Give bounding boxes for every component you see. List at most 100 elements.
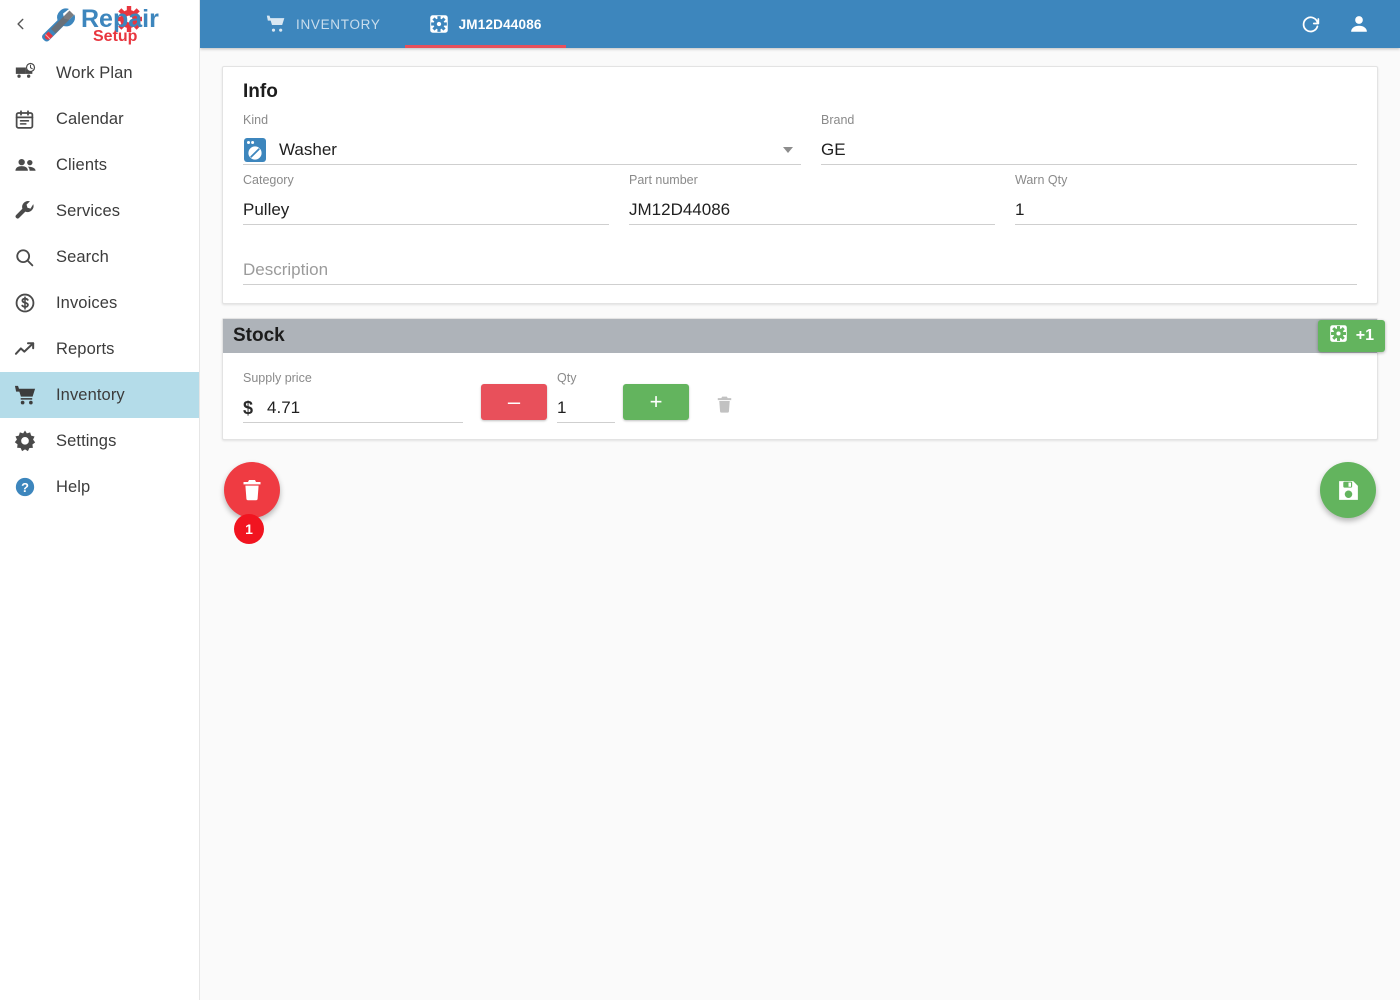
description-label — [243, 233, 1357, 248]
part-number-value: JM12D44086 — [629, 199, 731, 219]
brand-input[interactable]: GE — [821, 135, 1357, 165]
part-number-label: Part number — [629, 173, 698, 187]
info-row-2: Category Pulley Part number JM12D44086 W… — [233, 165, 1367, 225]
info-row-3: Description — [233, 225, 1367, 285]
part-gear-icon — [1329, 324, 1348, 348]
sidebar-item-help[interactable]: ? Help — [0, 464, 199, 510]
supply-price-value: 4.71 — [267, 397, 301, 417]
content-area: Info Kind Washer Brand GE Category Pulle… — [200, 48, 1400, 564]
sidebar-item-label: Reports — [56, 339, 115, 358]
qty-label: Qty — [557, 371, 577, 385]
save-icon — [1338, 480, 1358, 500]
account-button[interactable] — [1348, 13, 1370, 35]
part-number-input[interactable]: JM12D44086 — [629, 195, 995, 225]
delete-stock-row-button[interactable] — [715, 394, 734, 415]
supply-price-field[interactable]: Supply price $ 4.71 — [233, 363, 473, 423]
sidebar-header: Repair Setup — [0, 0, 199, 48]
app-logo[interactable]: Repair Setup — [34, 2, 193, 46]
calendar-icon — [14, 109, 44, 130]
top-bar: INVENTORY JM12D44086 — [200, 0, 1400, 48]
part-number-field[interactable]: Part number JM12D44086 — [619, 165, 1005, 225]
part-gear-icon — [429, 14, 449, 34]
info-card-title: Info — [243, 81, 278, 102]
svg-text:Setup: Setup — [93, 28, 138, 45]
sidebar-item-invoices[interactable]: Invoices — [0, 280, 199, 326]
stock-card: Stock +1 Supply price $ 4.71 – Qty 1 + — [222, 318, 1385, 440]
dollar-circle-icon — [14, 292, 44, 314]
sidebar-nav: Work Plan Calendar Clients Services Sear… — [0, 48, 199, 510]
warn-qty-label: Warn Qty — [1015, 173, 1068, 187]
description-placeholder: Description — [243, 259, 329, 279]
cart-icon — [266, 14, 286, 34]
sidebar-item-label: Search — [56, 247, 109, 266]
sidebar-item-reports[interactable]: Reports — [0, 326, 199, 372]
kind-field[interactable]: Kind Washer — [233, 105, 811, 165]
help-circle-icon: ? — [14, 476, 44, 498]
sidebar-item-search[interactable]: Search — [0, 234, 199, 280]
trending-up-icon — [14, 338, 44, 361]
description-input[interactable]: Description — [243, 255, 1357, 285]
sidebar-item-label: Services — [56, 201, 121, 220]
category-field[interactable]: Category Pulley — [233, 165, 619, 225]
delete-item-button[interactable] — [224, 462, 280, 518]
sidebar-item-inventory[interactable]: Inventory — [0, 372, 199, 418]
qty-value: 1 — [557, 397, 567, 417]
trash-icon — [717, 396, 732, 413]
qty-field[interactable]: Qty 1 — [557, 363, 615, 423]
qty-input[interactable]: 1 — [557, 393, 615, 423]
tab-part-jm12d44086[interactable]: JM12D44086 — [404, 0, 566, 48]
chevron-down-icon[interactable] — [783, 146, 793, 153]
action-bar: 1 — [222, 454, 1378, 564]
category-value: Pulley — [243, 199, 290, 219]
sidebar-item-label: Inventory — [56, 385, 125, 404]
sidebar-item-label: Calendar — [56, 109, 124, 128]
supply-price-input[interactable]: $ 4.71 — [243, 393, 463, 423]
wrench-icon — [14, 200, 44, 222]
clients-icon — [14, 154, 44, 177]
person-icon — [1351, 16, 1367, 32]
sidebar-item-clients[interactable]: Clients — [0, 142, 199, 188]
description-field[interactable]: Description — [233, 225, 1367, 285]
sidebar-item-services[interactable]: Services — [0, 188, 199, 234]
sidebar-collapse-button[interactable] — [8, 11, 34, 37]
category-input[interactable]: Pulley — [243, 195, 609, 225]
tab-inventory[interactable]: INVENTORY — [242, 0, 405, 48]
sidebar: Repair Setup Work Plan Calendar Clients … — [0, 0, 200, 1000]
kind-select[interactable]: Washer — [243, 135, 801, 165]
refresh-button[interactable] — [1300, 13, 1322, 35]
work-plan-icon — [14, 62, 44, 84]
minus-icon: – — [507, 389, 521, 414]
info-row-1: Kind Washer Brand GE — [233, 105, 1367, 165]
sidebar-item-label: Help — [56, 477, 91, 496]
sidebar-item-label: Invoices — [56, 293, 118, 312]
repair-setup-logo-icon: Repair Setup — [41, 5, 159, 45]
kind-value: Washer — [279, 139, 337, 159]
stock-header: Stock +1 — [223, 319, 1385, 353]
kind-label: Kind — [243, 113, 269, 127]
qty-increment-button[interactable]: + — [623, 384, 689, 420]
delete-count-badge: 1 — [234, 514, 264, 544]
main-area: INVENTORY JM12D44086 Info Kind Washer Br… — [200, 0, 1400, 1000]
sidebar-item-label: Work Plan — [56, 63, 133, 82]
tab-label: INVENTORY — [296, 16, 381, 32]
warn-qty-field[interactable]: Warn Qty 1 — [1005, 165, 1367, 225]
sidebar-item-calendar[interactable]: Calendar — [0, 96, 199, 142]
sidebar-item-label: Clients — [56, 155, 108, 174]
warn-qty-input[interactable]: 1 — [1015, 195, 1357, 225]
stock-title: Stock — [233, 325, 285, 346]
save-item-button[interactable] — [1320, 462, 1376, 518]
add-stock-label: +1 — [1355, 327, 1374, 344]
brand-field[interactable]: Brand GE — [811, 105, 1367, 165]
top-bar-actions — [1300, 0, 1400, 48]
warn-qty-value: 1 — [1015, 199, 1025, 219]
info-card: Info Kind Washer Brand GE Category Pulle… — [222, 66, 1378, 304]
add-stock-button[interactable]: +1 — [1317, 320, 1385, 352]
sidebar-item-work-plan[interactable]: Work Plan — [0, 50, 199, 96]
chevron-left-icon — [17, 18, 24, 30]
sidebar-item-label: Settings — [56, 431, 117, 450]
refresh-icon — [1302, 16, 1320, 33]
currency-symbol: $ — [243, 397, 254, 418]
brand-value: GE — [821, 139, 846, 159]
qty-decrement-button[interactable]: – — [481, 384, 547, 420]
sidebar-item-settings[interactable]: Settings — [0, 418, 199, 464]
